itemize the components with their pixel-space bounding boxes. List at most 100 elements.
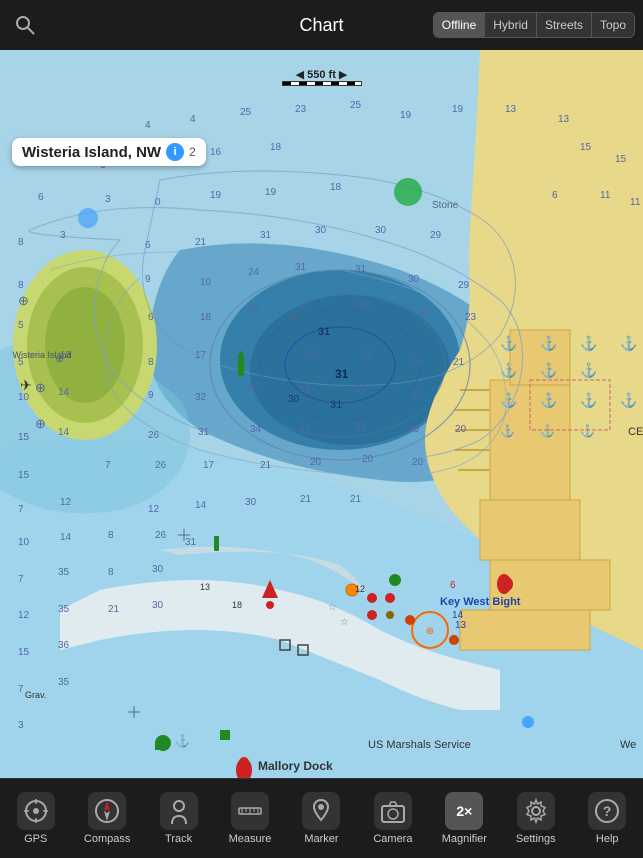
toolbar-camera[interactable]: Camera xyxy=(357,792,428,845)
toolbar-marker[interactable]: Marker xyxy=(286,792,357,845)
svg-text:30: 30 xyxy=(408,274,420,285)
map-view[interactable]: 4 4 25 23 25 19 19 13 13 8 6 6 16 18 15 … xyxy=(0,50,643,808)
help-icon: ? xyxy=(588,792,626,830)
svg-text:⚓: ⚓ xyxy=(620,392,637,409)
svg-text:17: 17 xyxy=(203,460,215,471)
svg-text:Stone: Stone xyxy=(432,200,459,211)
toolbar-settings[interactable]: Settings xyxy=(500,792,571,845)
svg-text:18: 18 xyxy=(330,182,342,193)
toolbar-help[interactable]: ? Help xyxy=(572,792,643,845)
scale-indicator: ◀ 550 ft ▶ xyxy=(282,68,362,86)
svg-text:24: 24 xyxy=(248,267,260,278)
svg-text:31: 31 xyxy=(318,326,330,338)
svg-text:Grav.: Grav. xyxy=(25,690,46,700)
svg-text:13: 13 xyxy=(200,582,210,592)
map-type-offline[interactable]: Offline xyxy=(434,13,485,37)
magnifier-icon: 2× xyxy=(445,792,483,830)
magnifier-label: Magnifier xyxy=(442,833,487,845)
svg-text:7: 7 xyxy=(18,684,24,695)
svg-text:6: 6 xyxy=(552,190,558,201)
svg-text:11: 11 xyxy=(600,190,611,201)
svg-text:21: 21 xyxy=(453,357,465,368)
svg-text:29: 29 xyxy=(458,280,470,291)
map-type-hybrid[interactable]: Hybrid xyxy=(485,13,537,37)
svg-text:30: 30 xyxy=(152,564,164,575)
svg-text:7: 7 xyxy=(18,574,24,585)
svg-text:21: 21 xyxy=(300,494,312,505)
svg-text:12: 12 xyxy=(148,504,160,515)
svg-text:21: 21 xyxy=(195,237,207,248)
map-type-selector: Offline Hybrid Streets Topo xyxy=(433,12,635,38)
svg-text:26: 26 xyxy=(155,530,167,541)
toolbar-track[interactable]: Track xyxy=(143,792,214,845)
camera-label: Camera xyxy=(373,833,412,845)
svg-text:30: 30 xyxy=(288,394,300,405)
svg-text:14: 14 xyxy=(195,500,207,511)
svg-text:CE: CE xyxy=(628,426,643,438)
svg-text:7: 7 xyxy=(18,504,24,515)
svg-text:10: 10 xyxy=(358,300,370,311)
svg-text:⚓: ⚓ xyxy=(540,392,557,409)
svg-text:3: 3 xyxy=(60,230,66,241)
toolbar-compass[interactable]: Compass xyxy=(71,792,142,845)
svg-text:⚓: ⚓ xyxy=(580,335,597,352)
location-info-button[interactable]: i xyxy=(166,143,184,161)
svg-text:⚓: ⚓ xyxy=(540,335,557,352)
svg-text:7: 7 xyxy=(105,460,111,471)
svg-text:31: 31 xyxy=(300,300,312,311)
svg-text:US Marshals Service: US Marshals Service xyxy=(368,739,471,751)
svg-text:☆: ☆ xyxy=(340,617,349,628)
svg-text:⚓: ⚓ xyxy=(500,362,517,379)
svg-text:31: 31 xyxy=(260,230,272,241)
svg-text:14: 14 xyxy=(58,427,70,438)
compass-label: Compass xyxy=(84,833,130,845)
svg-text:⚓: ⚓ xyxy=(540,424,555,438)
svg-text:26: 26 xyxy=(148,430,160,441)
svg-text:8: 8 xyxy=(18,280,24,291)
location-label[interactable]: Wisteria Island, NW i 2 xyxy=(12,138,206,166)
toolbar-gps[interactable]: GPS xyxy=(0,792,71,845)
svg-text:18: 18 xyxy=(232,600,242,610)
map-type-topo[interactable]: Topo xyxy=(592,13,634,37)
toolbar-measure[interactable]: Measure xyxy=(214,792,285,845)
svg-text:⚓: ⚓ xyxy=(500,424,515,438)
svg-text:8: 8 xyxy=(148,357,154,368)
svg-text:30: 30 xyxy=(315,225,327,236)
svg-text:31: 31 xyxy=(335,367,349,381)
svg-text:8: 8 xyxy=(18,237,24,248)
bottom-toolbar: GPS Compass Track xyxy=(0,778,643,858)
svg-text:35: 35 xyxy=(58,677,70,688)
svg-text:12: 12 xyxy=(355,584,365,594)
settings-icon xyxy=(517,792,555,830)
svg-text:✈: ✈ xyxy=(20,377,32,393)
svg-text:26: 26 xyxy=(155,460,167,471)
svg-text:5: 5 xyxy=(18,320,24,331)
search-button[interactable] xyxy=(10,10,40,40)
svg-text:16: 16 xyxy=(210,147,222,158)
settings-label: Settings xyxy=(516,833,556,845)
map-type-streets[interactable]: Streets xyxy=(537,13,592,37)
svg-text:18: 18 xyxy=(270,142,282,153)
svg-text:31: 31 xyxy=(330,399,342,411)
svg-text:6: 6 xyxy=(145,240,151,251)
svg-text:14: 14 xyxy=(58,387,70,398)
svg-text:13: 13 xyxy=(455,620,467,631)
svg-text:We: We xyxy=(620,739,636,751)
svg-text:21: 21 xyxy=(260,460,272,471)
svg-text:☆: ☆ xyxy=(328,602,337,613)
svg-text:⊕: ⊕ xyxy=(426,626,434,637)
page-title: Chart xyxy=(299,15,343,36)
toolbar-magnifier[interactable]: 2× Magnifier xyxy=(429,792,500,845)
svg-text:19: 19 xyxy=(400,110,412,121)
help-label: Help xyxy=(596,833,619,845)
svg-text:34: 34 xyxy=(250,424,262,435)
track-icon xyxy=(160,792,198,830)
svg-text:25: 25 xyxy=(240,107,252,118)
location-number: 2 xyxy=(189,145,196,159)
svg-text:⊕: ⊕ xyxy=(35,416,46,431)
track-label: Track xyxy=(165,833,192,845)
svg-text:35: 35 xyxy=(58,604,70,615)
svg-text:13: 13 xyxy=(558,114,570,125)
svg-text:21: 21 xyxy=(355,422,367,433)
svg-text:21: 21 xyxy=(108,604,120,615)
